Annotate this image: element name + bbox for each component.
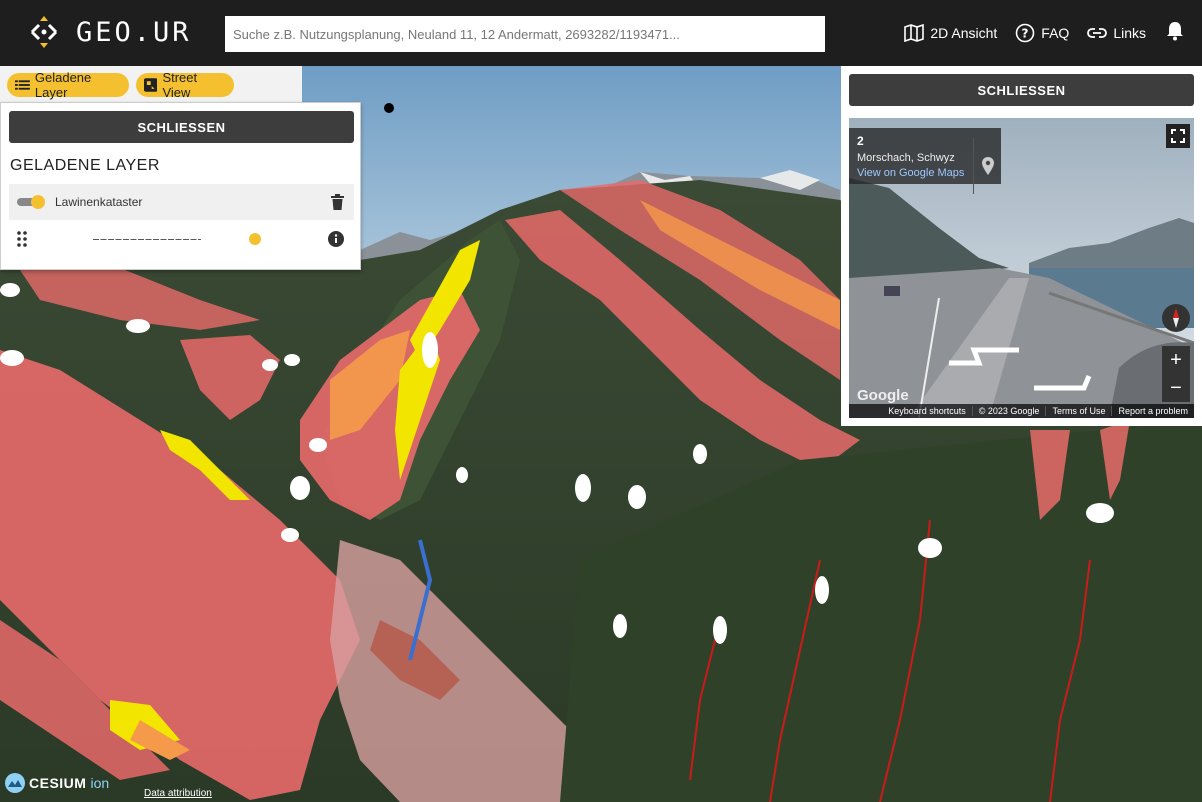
cesium-text: CESIUM [29,775,87,791]
street-view-icon [144,78,158,92]
cesium-logo[interactable]: CESIUM ion [4,772,109,794]
nav-faq[interactable]: ? FAQ [1015,23,1069,43]
nav-links[interactable]: Links [1087,25,1146,41]
info-icon [328,231,344,247]
tab-loaded-layers-label: Geladene Layer [34,70,92,100]
list-icon [15,80,30,90]
tab-loaded-layers[interactable]: Geladene Layer [7,70,129,100]
link-icon [1087,28,1108,38]
data-attribution-link[interactable]: Data attribution [144,788,212,799]
svg-text:?: ? [1022,27,1029,41]
logo-icon [24,12,64,52]
location-pin-icon[interactable] [973,138,1001,194]
nav-links-label: Links [1113,25,1146,41]
app-logo[interactable]: GEO.UR [24,12,192,52]
map-icon [904,24,925,42]
fullscreen-icon [1171,129,1185,143]
opacity-slider-track[interactable] [39,239,255,240]
layer-item: Lawinenkataster [9,184,354,220]
notifications-button[interactable] [1166,21,1184,46]
bell-icon [1167,21,1183,40]
street-view-info-box: 2 Morschach, Schwyz View on Google Maps [849,128,1001,194]
street-view-close-button[interactable]: SCHLIESSEN [849,74,1194,106]
tab-street-view-label: Street View [162,70,198,100]
layer-name: Lawinenkataster [55,195,143,209]
zoom-out-button[interactable]: − [1162,374,1190,402]
loaded-layers-panel: SCHLIESSEN GELADENE LAYER Lawinenkataste… [0,102,361,270]
header-nav: 2D Ansicht ? FAQ Links [904,0,1202,66]
terms-link[interactable]: Terms of Use [1045,406,1111,416]
nav-2d-view-label: 2D Ansicht [930,25,998,41]
panel-tabs: Geladene Layer Street View [0,66,302,102]
fullscreen-button[interactable] [1166,124,1190,148]
zoom-in-button[interactable]: + [1162,346,1190,374]
help-icon: ? [1015,23,1035,43]
layer-info-button[interactable] [328,231,344,252]
street-view-image[interactable]: 2 Morschach, Schwyz View on Google Maps [849,118,1194,418]
cesium-icon [5,773,25,793]
search-input[interactable] [225,16,825,52]
report-problem-link[interactable]: Report a problem [1111,406,1194,416]
keyboard-shortcuts-link[interactable]: Keyboard shortcuts [882,406,972,416]
layer-opacity-row [9,223,354,255]
compass-icon[interactable] [1162,304,1190,332]
layer-panel-close-button[interactable]: SCHLIESSEN [9,111,354,143]
cesium-ion-text: ion [90,775,110,791]
layer-visibility-toggle[interactable] [17,195,47,209]
tab-street-view[interactable]: Street View [136,70,234,100]
trash-icon [331,194,344,210]
copyright-text: © 2023 Google [971,406,1046,416]
logo-text: GEO.UR [76,16,192,48]
street-view-panel: SCHLIESSEN 2 Morschach, Schwyz View on G… [841,66,1202,426]
google-logo: Google [857,387,909,404]
drag-handle-icon[interactable] [17,231,27,252]
nav-faq-label: FAQ [1041,25,1070,41]
opacity-slider-knob[interactable] [249,233,261,245]
app: GEO.UR 2D Ansicht ? FAQ Links [0,0,1202,802]
street-view-footer: Keyboard shortcuts © 2023 Google Terms o… [849,404,1194,418]
top-header: GEO.UR 2D Ansicht ? FAQ Links [0,0,1202,66]
nav-2d-view[interactable]: 2D Ansicht [904,24,997,42]
layer-panel-title: GELADENE LAYER [10,157,160,174]
delete-layer-button[interactable] [331,194,344,215]
